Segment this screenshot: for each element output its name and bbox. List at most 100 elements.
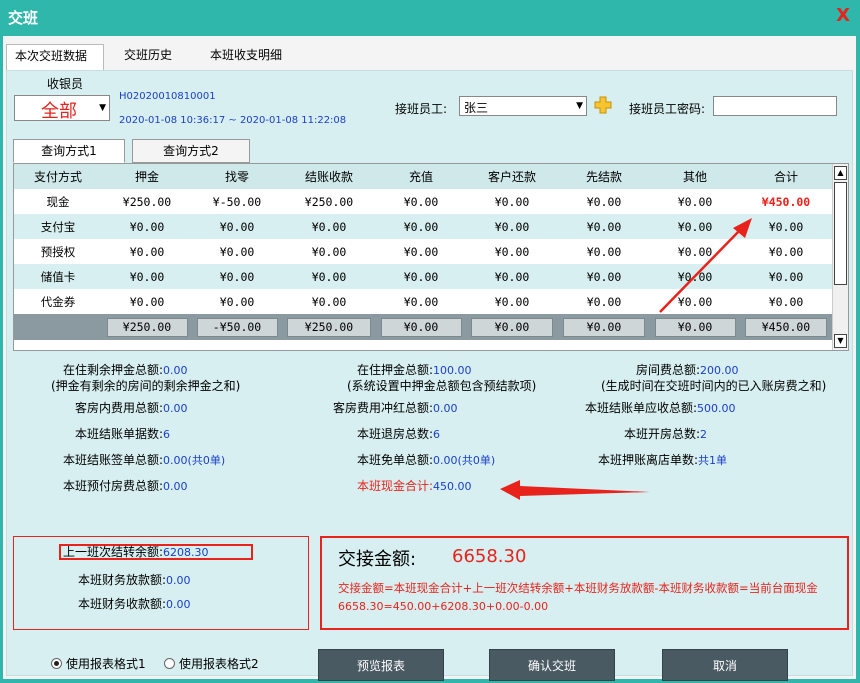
table-row[interactable]: 储值卡 ¥0.00 ¥0.00 ¥0.00 ¥0.00 ¥0.00 ¥0.00 …: [14, 264, 832, 289]
handover-amount-box: 交接金额: 6658.30 交接金额=本班现金合计+上一班次结转余额+本班财务放…: [320, 536, 849, 630]
scroll-down-icon[interactable]: ▼: [834, 334, 847, 348]
total-cell: ¥250.00: [102, 314, 192, 340]
table-cell: ¥0.00: [677, 194, 713, 209]
stat-signed-total: 本班结账签单总额:0.00(共0单): [63, 453, 226, 467]
stat-room-fee-note: (生成时间在交班时间内的已入账房费之和): [601, 379, 827, 393]
total-cell: ¥0.00: [558, 314, 650, 340]
window-body: 本次交班数据 交班历史 本班收支明细 收银员 全部 ▼ H02020010810…: [3, 36, 856, 681]
preview-report-button[interactable]: 预览报表: [318, 649, 444, 681]
total-cell: [14, 314, 102, 340]
table-cell: ¥0.00: [650, 264, 740, 289]
handover-password-label: 接班员工密码:: [629, 102, 706, 116]
cashier-label: 收银员: [47, 77, 84, 91]
table-cell: ¥0.00: [192, 214, 282, 239]
table-cell: 支付宝: [14, 214, 102, 239]
table-row[interactable]: 预授权 ¥0.00 ¥0.00 ¥0.00 ¥0.00 ¥0.00 ¥0.00 …: [14, 239, 832, 264]
stat-remaining-deposit-note: (押金有剩余的房间的剩余押金之和): [51, 379, 241, 393]
dropdown-arrow-icon: ▼: [99, 103, 106, 113]
stat-pledge-count: 本班押账离店单数:共1单: [598, 453, 728, 467]
table-cell: ¥0.00: [558, 214, 650, 239]
balance-box: 上一班次结转余额:6208.30 本班财务放款额:0.00 本班财务收款额:0.…: [13, 536, 309, 630]
scroll-up-icon[interactable]: ▲: [834, 166, 847, 180]
stat-room-expense: 客房内费用总额:0.00: [75, 401, 188, 415]
table-cell: ¥0.00: [677, 244, 713, 259]
total-cell: -¥50.00: [192, 314, 282, 340]
table-cell: ¥0.00: [586, 294, 622, 309]
total-cell: ¥0.00: [466, 314, 558, 340]
add-employee-icon[interactable]: [594, 96, 612, 114]
stat-deposit-total: 在住押金总额:100.00: [357, 363, 472, 377]
dropdown-arrow-icon: ▼: [576, 101, 583, 111]
table-cell: ¥0.00: [494, 194, 530, 209]
window-title: 交班: [8, 9, 39, 27]
table-cell: ¥0.00: [768, 294, 804, 309]
tab-shift-details[interactable]: 本班收支明细: [202, 44, 298, 70]
table-row[interactable]: 代金券 ¥0.00 ¥0.00 ¥0.00 ¥0.00 ¥0.00 ¥0.00 …: [14, 289, 832, 314]
tab-query-mode-1[interactable]: 查询方式1: [13, 139, 125, 163]
table-cell: 预授权: [40, 244, 76, 259]
table-cell: ¥0.00: [102, 264, 192, 289]
stat-room-fee: 房间费总额:200.00: [636, 363, 739, 377]
scrollbar-thumb[interactable]: [834, 182, 847, 285]
total-cell: ¥0.00: [650, 314, 740, 340]
report-format-1-radio[interactable]: 使用报表格式1: [51, 655, 146, 672]
column-header[interactable]: 结账收款: [282, 164, 376, 189]
stat-deposit-total-note: (系统设置中押金总额包含预结款项): [347, 379, 537, 393]
table-cell: ¥0.00: [403, 294, 439, 309]
handover-password-input[interactable]: [713, 96, 837, 116]
table-cell: ¥250.00: [122, 194, 172, 209]
table-cell: ¥0.00: [466, 264, 558, 289]
tab-shift-history[interactable]: 交班历史: [116, 44, 188, 70]
column-header[interactable]: 先结款: [558, 164, 650, 189]
handover-employee-select[interactable]: 张三 ▼: [459, 96, 587, 116]
table-cell: ¥0.00: [376, 214, 466, 239]
shift-statistics: 在住剩余押金总额:0.00 (押金有剩余的房间的剩余押金之和) 在住押金总额:1…: [7, 359, 852, 529]
stat-prepaid-total: 本班预付房费总额:0.00: [63, 479, 188, 493]
filter-bar: 收银员 全部 ▼ H02020010810001 2020-01-08 10:3…: [7, 71, 852, 131]
table-row[interactable]: 支付宝 ¥0.00 ¥0.00 ¥0.00 ¥0.00 ¥0.00 ¥0.00 …: [14, 214, 832, 239]
tab-query-mode-2[interactable]: 查询方式2: [132, 139, 250, 163]
table-cell: ¥0.00: [403, 244, 439, 259]
table-cell: ¥0.00: [586, 194, 622, 209]
table-row[interactable]: 现金 ¥250.00 ¥-50.00 ¥250.00 ¥0.00 ¥0.00 ¥…: [14, 189, 832, 214]
table-cell: 现金: [46, 194, 70, 209]
shift-panel: 收银员 全部 ▼ H02020010810001 2020-01-08 10:3…: [6, 70, 853, 681]
shift-time-range: 2020-01-08 10:36:17 ~ 2020-01-08 11:22:0…: [119, 115, 347, 126]
handover-formula: 交接金额=本班现金合计+上一班次结转余额+本班财务放款额-本班财务收款额=当前台…: [338, 581, 818, 595]
radio-checked-icon: [51, 658, 62, 669]
column-header[interactable]: 客户还款: [466, 164, 558, 189]
column-header[interactable]: 支付方式: [14, 164, 102, 189]
window-frame: 本次交班数据 交班历史 本班收支明细 收银员 全部 ▼ H02020010810…: [0, 34, 860, 683]
table-cell: ¥0.00: [282, 214, 376, 239]
radio-unchecked-icon: [164, 658, 175, 669]
table-cell: ¥0.00: [102, 214, 192, 239]
column-header[interactable]: 押金: [102, 164, 192, 189]
confirm-handover-button[interactable]: 确认交班: [489, 649, 615, 681]
column-header[interactable]: 其他: [650, 164, 740, 189]
table-cell: ¥0.00: [740, 214, 832, 239]
table-cell: 储值卡: [14, 264, 102, 289]
shift-number: H02020010810001: [119, 91, 216, 102]
handover-formula-values: 6658.30=450.00+6208.30+0.00-0.00: [338, 600, 549, 613]
column-header[interactable]: 找零: [192, 164, 282, 189]
table-cell: ¥0.00: [311, 294, 347, 309]
close-icon[interactable]: X: [836, 5, 850, 26]
title-bar: 交班 X: [0, 0, 860, 34]
finance-out: 本班财务放款额:0.00: [78, 573, 191, 587]
stat-receivable: 本班结账单应收总额:500.00: [585, 401, 736, 415]
table-cell: ¥0.00: [192, 264, 282, 289]
grid-scrollbar[interactable]: ▲ ▼: [832, 164, 848, 350]
cashier-select[interactable]: 全部 ▼: [14, 95, 110, 122]
payment-table: 支付方式 押金 找零 结账收款 充值 客户还款 先结款 其他 合计 现金 ¥25…: [14, 164, 832, 340]
stat-remaining-deposit: 在住剩余押金总额:0.00: [63, 363, 188, 377]
handover-employee-value: 张三: [464, 101, 489, 115]
table-cell: ¥0.00: [494, 244, 530, 259]
cancel-button[interactable]: 取消: [662, 649, 788, 681]
column-header[interactable]: 合计: [740, 164, 832, 189]
column-header[interactable]: 充值: [376, 164, 466, 189]
prev-balance: 上一班次结转余额:6208.30: [59, 544, 253, 560]
table-cell: ¥0.00: [677, 294, 713, 309]
tab-current-shift[interactable]: 本次交班数据: [6, 44, 104, 70]
table-cell: ¥0.00: [768, 244, 804, 259]
report-format-2-radio[interactable]: 使用报表格式2: [164, 655, 259, 672]
